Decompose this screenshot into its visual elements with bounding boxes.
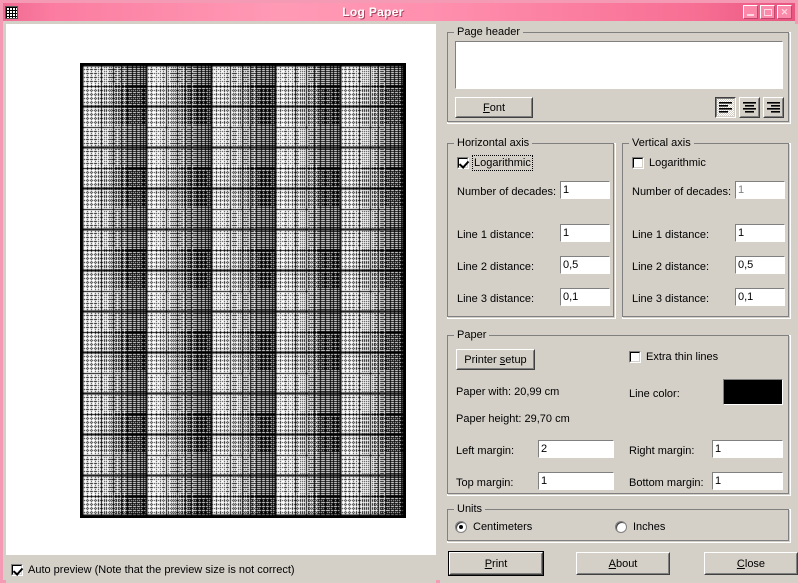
font-button-mnemonic: F [482,101,490,114]
h-field-0-label: Number of decades: [457,186,557,198]
v-number-of-decades-input[interactable]: 1 [735,181,785,199]
window-buttons: ✕ [743,5,792,19]
v-line3-distance-input[interactable]: 0,1 [735,288,785,306]
align-right-button[interactable] [763,97,784,118]
printer-setup-button[interactable]: Printer setup [456,349,535,370]
paper-group: Paper Printer setup Paper with: 20,99 cm… [447,329,791,496]
vertical-logarithmic-label: Logarithmic [649,157,706,169]
vertical-logarithmic-checkbox[interactable]: Logarithmic [632,157,706,169]
checkbox-box [457,157,469,169]
h-number-of-decades-input[interactable]: 1 [560,181,610,199]
checkbox-box [632,157,644,169]
checkbox-box [11,564,23,576]
about-rest: bout [615,557,638,570]
printer-setup-post: etup [505,353,527,366]
right-margin-label: Right margin: [629,445,695,457]
v-field-1-label: Line 1 distance: [632,229,710,241]
page-header-input[interactable] [455,41,783,89]
units-group: Units Centimeters Inches [447,503,791,543]
left-margin-input[interactable]: 2 [538,440,614,458]
close-window-button[interactable]: ✕ [777,5,792,19]
h-line3-distance-input[interactable]: 0,1 [560,288,610,306]
top-margin-input[interactable]: 1 [538,472,614,490]
units-inches-radio[interactable]: Inches [615,521,665,533]
auto-preview-label: Auto preview (Note that the preview size… [28,564,295,576]
paper-preview-panel [6,24,436,555]
units-centimeters-label: Centimeters [473,521,533,533]
radio-circle [615,521,627,533]
v-field-0-label: Number of decades: [632,186,732,198]
close-button[interactable]: Close [704,552,798,575]
page-header-legend: Page header [454,26,523,38]
font-button-rest: ont [489,101,506,114]
h-field-1-label: Line 1 distance: [457,229,535,241]
minimize-icon [747,13,754,16]
right-margin-input[interactable]: 1 [712,440,783,458]
extra-thin-lines-label: Extra thin lines [646,351,719,363]
h-field-2-label: Line 2 distance: [457,261,535,273]
units-inches-label: Inches [633,521,666,533]
window-title: Log Paper [342,5,404,19]
paper-height-text: Paper height: 29,70 cm [456,413,570,425]
close-rest: lose [744,557,766,570]
h-line1-distance-input[interactable]: 1 [560,224,610,242]
h-field-3-label: Line 3 distance: [457,293,535,305]
units-centimeters-radio[interactable]: Centimeters [455,521,532,533]
print-button[interactable]: Print [448,551,544,576]
paper-legend: Paper [454,329,490,341]
align-center-button[interactable] [739,97,760,118]
align-center-icon [743,102,756,113]
units-legend: Units [454,503,486,515]
print-mnemonic: P [484,557,493,570]
minimize-button[interactable] [743,5,758,19]
font-button[interactable]: Font [455,97,533,118]
print-rest: rint [492,557,508,570]
horizontal-axis-legend: Horizontal axis [454,137,533,149]
maximize-button[interactable] [760,5,775,19]
horizontal-logarithmic-checkbox[interactable]: Logarithmic [457,155,533,171]
about-mnemonic: A [608,557,616,570]
close-mnemonic: C [736,557,745,570]
align-right-icon [767,102,780,113]
bottom-margin-label: Bottom margin: [629,477,704,489]
close-icon: ✕ [780,6,789,17]
top-margin-label: Top margin: [456,477,514,489]
log-paper-sheet [80,63,406,518]
horizontal-axis-group: Horizontal axis Logarithmic Number of de… [447,137,616,319]
checkbox-box [629,351,641,363]
auto-preview-checkbox[interactable]: Auto preview (Note that the preview size… [11,564,295,576]
h-line2-distance-input[interactable]: 0,5 [560,256,610,274]
radio-circle [455,521,467,533]
left-margin-label: Left margin: [456,445,515,457]
log-paper-window: Log Paper ✕ Auto preview (Note that the … [0,0,798,583]
align-left-icon [719,102,732,113]
horizontal-logarithmic-label: Logarithmic [472,155,533,171]
bottom-margin-input[interactable]: 1 [712,472,783,490]
line-color-label: Line color: [629,388,680,400]
paper-width-text: Paper with: 20,99 cm [456,386,560,398]
v-field-3-label: Line 3 distance: [632,293,710,305]
line-color-swatch[interactable] [723,379,783,405]
page-header-group: Page header Font [447,26,791,124]
printer-setup-pre: Printer [464,353,500,366]
align-left-button[interactable] [715,97,736,118]
status-bar: Auto preview (Note that the preview size… [6,557,436,583]
vertical-axis-group: Vertical axis Logarithmic Number of deca… [622,137,791,319]
v-line1-distance-input[interactable]: 1 [735,224,785,242]
maximize-icon [763,8,772,16]
log-grid-canvas [82,65,404,516]
v-field-2-label: Line 2 distance: [632,261,710,273]
settings-panel: Page header Font Horizontal axis Logarit… [440,24,798,583]
extra-thin-lines-checkbox[interactable]: Extra thin lines [629,351,718,363]
v-line2-distance-input[interactable]: 0,5 [735,256,785,274]
title-bar[interactable]: Log Paper ✕ [3,3,795,21]
about-button[interactable]: About [576,552,670,575]
vertical-axis-legend: Vertical axis [629,137,694,149]
